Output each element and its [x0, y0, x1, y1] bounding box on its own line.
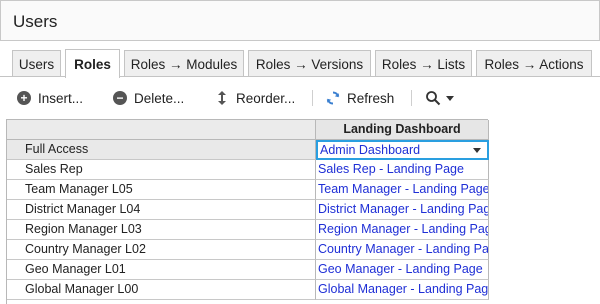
search-dropdown-button[interactable] — [425, 88, 454, 108]
table-row[interactable]: Geo Manager L01 Geo Manager - Landing Pa… — [7, 260, 489, 280]
landing-dashboard-value: Admin Dashboard — [320, 143, 421, 157]
chevron-down-icon — [446, 95, 454, 101]
window-title: Users — [13, 12, 58, 31]
landing-dashboard-cell[interactable]: District Manager - Landing Page — [316, 200, 489, 220]
row-header-column — [7, 120, 316, 140]
refresh-button[interactable]: Refresh — [325, 88, 394, 108]
tab-users[interactable]: Users — [12, 50, 61, 77]
tab-roles[interactable]: Roles — [65, 49, 120, 78]
landing-dashboard-cell[interactable]: Region Manager - Landing Page — [316, 220, 489, 240]
reorder-button[interactable]: Reorder... — [214, 88, 295, 108]
role-name: Full Access — [7, 140, 316, 160]
table-row[interactable]: District Manager L04 District Manager - … — [7, 200, 489, 220]
role-name: Geo Manager L01 — [7, 260, 316, 280]
tab-roles-modules[interactable]: Roles → Modules — [124, 50, 244, 77]
refresh-label: Refresh — [347, 90, 395, 106]
insert-label: Insert... — [38, 90, 84, 106]
table-row[interactable]: Country Manager L02 Country Manager - La… — [7, 240, 489, 260]
toolbar-separator — [411, 90, 412, 106]
landing-dashboard-cell[interactable]: Team Manager - Landing Page — [316, 180, 489, 200]
landing-dashboard-cell[interactable]: Geo Manager - Landing Page — [316, 260, 489, 280]
minus-icon: − — [112, 90, 128, 106]
plus-icon: + — [16, 90, 32, 106]
tab-roles-lists[interactable]: Roles → Lists — [375, 50, 472, 77]
chevron-down-icon[interactable] — [473, 148, 481, 153]
table-row[interactable]: Sales Rep Sales Rep - Landing Page — [7, 160, 489, 180]
refresh-icon — [325, 90, 341, 106]
landing-dashboard-cell[interactable]: Country Manager - Landing Page — [316, 240, 489, 260]
role-name: Team Manager L05 — [7, 180, 316, 200]
column-header-landing-dashboard[interactable]: Landing Dashboard — [316, 120, 489, 140]
role-name: Global Manager L00 — [7, 280, 316, 300]
tab-roles-versions[interactable]: Roles → Versions — [248, 50, 371, 77]
table-row[interactable]: Region Manager L03 Region Manager - Land… — [7, 220, 489, 240]
role-name: Country Manager L02 — [7, 240, 316, 260]
table-row[interactable]: Global Manager L00 Global Manager - Land… — [7, 280, 489, 300]
tab-roles-actions[interactable]: Roles → Actions — [476, 50, 592, 77]
landing-dashboard-cell[interactable]: Sales Rep - Landing Page — [316, 160, 489, 180]
tab-bar: Users Roles Roles → Modules Roles → Vers… — [0, 49, 600, 78]
role-name: Sales Rep — [7, 160, 316, 180]
table-row[interactable]: Full Access Admin Dashboard — [7, 140, 489, 160]
window-title-bar: Users — [0, 0, 600, 41]
landing-dashboard-select[interactable]: Admin Dashboard — [316, 140, 489, 160]
up-down-arrows-icon — [214, 90, 230, 106]
landing-dashboard-cell[interactable]: Global Manager - Landing Page — [316, 280, 489, 300]
reorder-label: Reorder... — [236, 90, 296, 106]
insert-button[interactable]: + Insert... — [16, 88, 83, 108]
delete-label: Delete... — [134, 90, 185, 106]
delete-button[interactable]: − Delete... — [112, 88, 184, 108]
table-row[interactable]: Team Manager L05 Team Manager - Landing … — [7, 180, 489, 200]
search-icon — [425, 90, 441, 106]
role-name: Region Manager L03 — [7, 220, 316, 240]
role-name: District Manager L04 — [7, 200, 316, 220]
roles-grid: Landing Dashboard Full Access Admin Dash… — [6, 119, 489, 304]
toolbar: + Insert... − Delete... Reorder... Refre… — [0, 82, 600, 114]
toolbar-separator — [312, 90, 313, 106]
